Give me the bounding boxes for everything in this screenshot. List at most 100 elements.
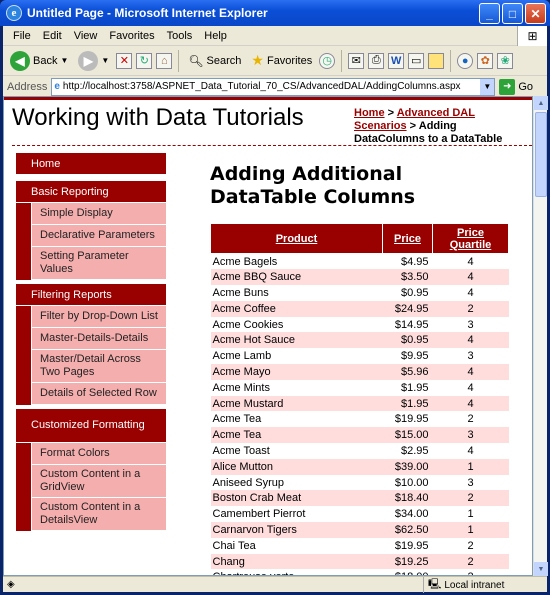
cell-price: $2.95 xyxy=(400,444,429,457)
table-row: Acme Tea $19.95 2 xyxy=(211,411,509,427)
breadcrumb-home-link[interactable]: Home xyxy=(354,107,385,119)
cell-price: $24.95 xyxy=(382,300,433,317)
column-header-price-quartile[interactable]: Price Quartile xyxy=(432,223,509,254)
sidebar-item-filter-by-drop-down-list[interactable]: Filter by Drop-Down List xyxy=(31,306,166,328)
cell-quartile: 4 xyxy=(432,364,509,380)
column-header-product[interactable]: Product xyxy=(210,223,383,254)
home-icon[interactable]: ⌂ xyxy=(156,52,173,69)
go-button[interactable]: ➜ Go xyxy=(499,78,533,95)
maximize-button[interactable]: □ xyxy=(502,3,523,24)
menu-view[interactable]: View xyxy=(68,30,104,42)
toolbar-separator xyxy=(450,49,452,72)
table-row: Acme Buns $0.95 4 xyxy=(211,285,509,301)
address-input[interactable]: e http://localhost:3758/ASPNET_Data_Tuto… xyxy=(51,77,496,96)
history-icon[interactable]: ◷ xyxy=(319,52,336,69)
page-top-border xyxy=(4,97,532,100)
cell-product: Acme Bagels xyxy=(212,255,278,268)
cell-quartile: 4 xyxy=(467,255,474,268)
cell-quartile: 3 xyxy=(467,318,474,331)
breadcrumb: Home > Advanced DAL Scenarios > Adding D… xyxy=(354,107,522,146)
minimize-button[interactable]: _ xyxy=(479,3,500,24)
print-icon[interactable]: ⎙ xyxy=(368,52,385,69)
status-bar: ◈ 🖳︎ Local intranet xyxy=(3,576,547,593)
sidebar-item-master-details-details[interactable]: Master-Details-Details xyxy=(31,328,166,350)
forward-button[interactable]: ▶ ▼ xyxy=(75,49,112,73)
favorites-button[interactable]: ★ Favorites xyxy=(248,50,315,71)
cell-product: Chai Tea xyxy=(212,539,256,552)
security-zone: 🖳︎ Local intranet xyxy=(423,577,504,593)
forward-dropdown-icon[interactable]: ▼ xyxy=(101,56,109,65)
cell-product: Alice Mutton xyxy=(210,458,383,475)
back-dropdown-icon[interactable]: ▼ xyxy=(60,56,68,65)
window-title: Untitled Page - Microsoft Internet Explo… xyxy=(27,6,268,20)
sidebar-item-custom-content-gridview[interactable]: Custom Content in a GridView xyxy=(31,465,166,498)
search-button[interactable]: 🔍︎ Search xyxy=(185,52,244,70)
site-title: Working with Data Tutorials xyxy=(12,104,304,131)
refresh-icon[interactable]: ↻ xyxy=(136,52,153,69)
scroll-down-icon[interactable]: ▼ xyxy=(534,562,548,576)
messenger-icon[interactable]: ● xyxy=(457,52,474,69)
cell-price: $62.50 xyxy=(382,522,433,538)
menu-tools[interactable]: Tools xyxy=(161,30,199,42)
cell-quartile: 1 xyxy=(467,508,474,521)
products-grid: Product Price Price Quartile Acme Bagels… xyxy=(210,223,509,575)
scroll-thumb[interactable] xyxy=(535,112,547,197)
sidebar-item-master-detail-across-two-pages[interactable]: Master/Detail Across Two Pages xyxy=(31,350,166,383)
sidebar-item-simple-display[interactable]: Simple Display xyxy=(31,203,166,225)
cell-quartile: 2 xyxy=(432,553,509,570)
sidebar-item-setting-parameter-values[interactable]: Setting Parameter Values xyxy=(31,247,166,280)
media-icon[interactable]: ❀ xyxy=(497,52,514,69)
cell-product: Acme Mayo xyxy=(210,364,383,380)
mail-icon[interactable]: ✉ xyxy=(348,52,365,69)
toolbar: ◀ Back ▼ ▶ ▼ ✕ ↻ ⌂ 🔍︎ Search ★ Favorites… xyxy=(3,46,547,76)
stop-icon[interactable]: ✕ xyxy=(116,52,133,69)
sidebar-item-details-of-selected-row[interactable]: Details of Selected Row xyxy=(31,383,166,405)
cell-product: Acme BBQ Sauce xyxy=(210,269,383,286)
cell-product: Carnarvon Tigers xyxy=(210,522,383,538)
sidebar-section-filtering-reports[interactable]: Filtering Reports xyxy=(16,284,166,306)
cell-quartile: 3 xyxy=(467,350,474,363)
cell-price: $19.95 xyxy=(394,413,429,426)
scroll-up-icon[interactable]: ▲ xyxy=(534,96,548,110)
column-header-price[interactable]: Price xyxy=(382,223,433,254)
sidebar-menu: Home Basic Reporting Simple Display Decl… xyxy=(16,153,166,531)
cell-quartile: 4 xyxy=(467,286,474,299)
cell-quartile: 2 xyxy=(432,490,509,507)
back-arrow-icon: ◀ xyxy=(10,50,30,71)
title-bar: e Untitled Page - Microsoft Internet Exp… xyxy=(0,0,550,26)
back-button[interactable]: ◀ Back ▼ xyxy=(7,49,71,73)
cell-price: $3.50 xyxy=(382,269,433,286)
research-icon[interactable]: ✿ xyxy=(477,52,494,69)
cell-product: Acme Tea xyxy=(210,427,383,444)
table-row: Acme Mustard $1.95 4 xyxy=(210,395,509,412)
sidebar-item-custom-content-detailsview[interactable]: Custom Content in a DetailsView xyxy=(31,498,166,531)
toolbar-separator xyxy=(341,49,343,72)
table-row: Boston Crab Meat $18.40 2 xyxy=(210,490,509,507)
table-row: Acme Toast $2.95 4 xyxy=(211,443,509,459)
close-button[interactable]: ✕ xyxy=(525,3,546,24)
cell-quartile: 2 xyxy=(467,413,474,426)
sidebar-section-basic-reporting[interactable]: Basic Reporting xyxy=(16,181,166,203)
cell-quartile: 3 xyxy=(432,427,509,444)
cell-price: $9.95 xyxy=(400,350,429,363)
sidebar-section-customized-formatting[interactable]: Customized Formatting xyxy=(16,409,166,443)
menu-help[interactable]: Help xyxy=(198,30,233,42)
menu-edit[interactable]: Edit xyxy=(37,30,68,42)
sidebar-item-declarative-parameters[interactable]: Declarative Parameters xyxy=(31,225,166,247)
table-row: Acme Tea $15.00 3 xyxy=(210,427,509,444)
address-dropdown-icon[interactable]: ▼ xyxy=(480,78,495,95)
cell-price: $4.95 xyxy=(400,255,429,268)
menu-file[interactable]: File xyxy=(7,30,37,42)
cell-product: Acme Cookies xyxy=(212,318,284,331)
edit-word-icon[interactable]: W xyxy=(388,52,405,69)
menu-bar: File Edit View Favorites Tools Help ⊞ xyxy=(3,26,547,46)
header-divider xyxy=(12,145,532,146)
cell-price: $15.00 xyxy=(382,427,433,444)
vertical-scrollbar[interactable]: ▲ ▼ xyxy=(533,96,548,576)
menu-favorites[interactable]: Favorites xyxy=(103,30,160,42)
discuss-icon[interactable]: ▭ xyxy=(408,52,425,69)
sidebar-item-home[interactable]: Home xyxy=(16,153,166,175)
cell-quartile: 2 xyxy=(467,539,474,552)
sidebar-item-format-colors[interactable]: Format Colors xyxy=(31,443,166,465)
notes-icon[interactable] xyxy=(428,52,445,69)
